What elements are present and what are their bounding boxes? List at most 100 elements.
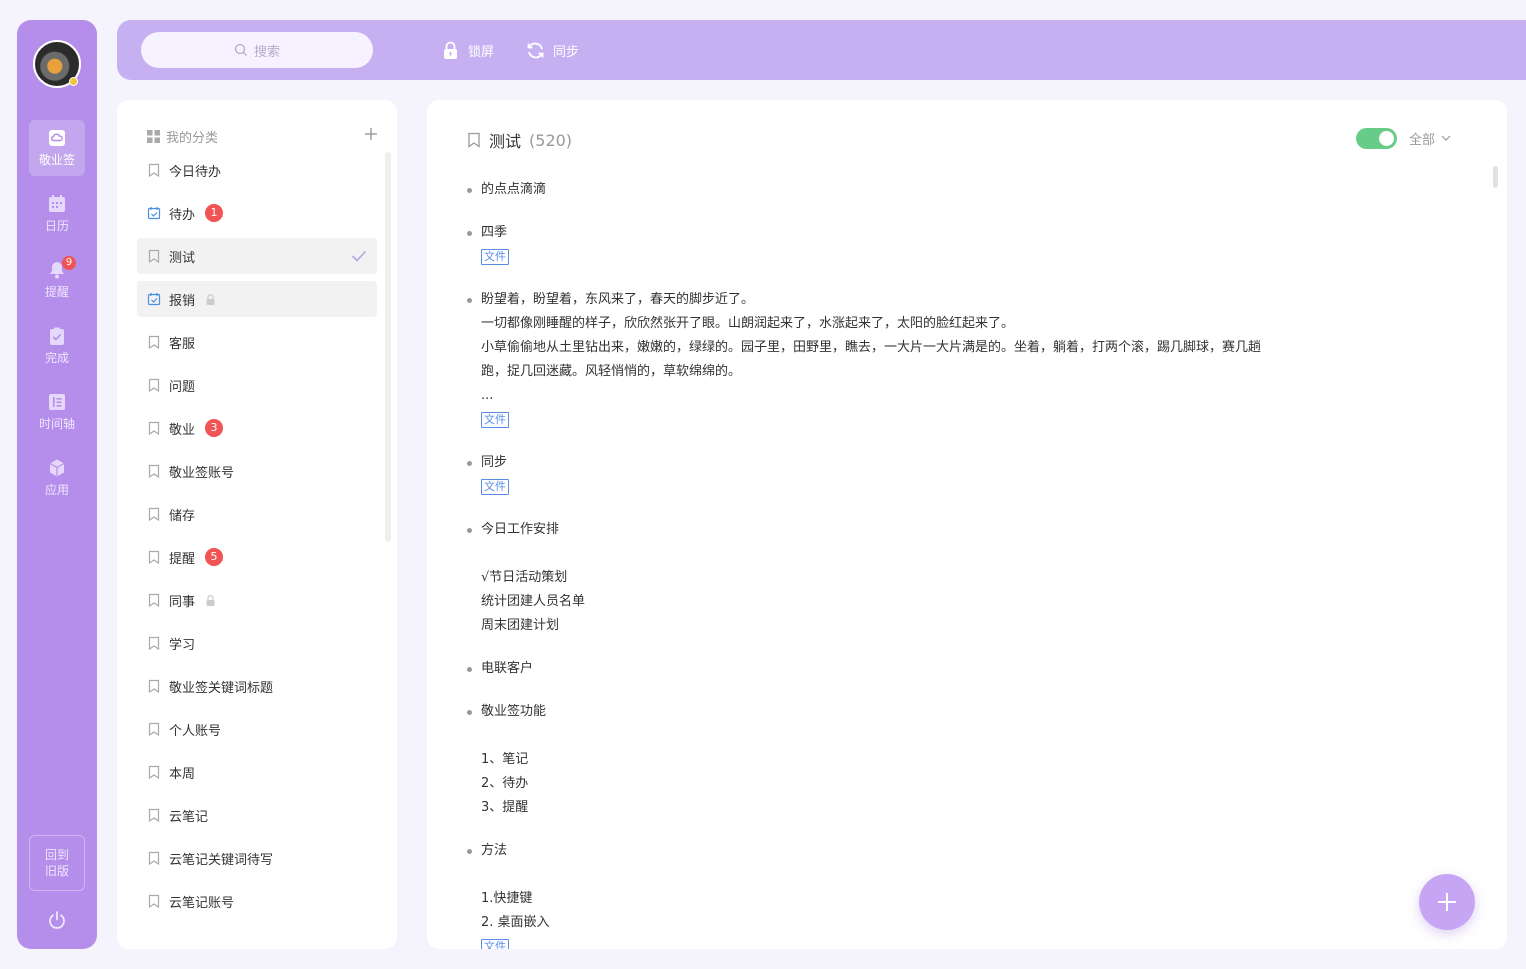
note-line: 周末团建计划 xyxy=(481,618,560,633)
search-icon xyxy=(234,43,247,56)
sync-button[interactable]: 同步 xyxy=(526,39,579,61)
category-item[interactable]: 云笔记关键词待写 xyxy=(137,840,377,876)
cube-icon xyxy=(49,459,65,477)
count-badge: 5 xyxy=(205,548,224,566)
bookmark-icon xyxy=(148,808,160,822)
note-line: 同步 xyxy=(481,455,508,470)
note-line xyxy=(481,542,1357,566)
grid-icon xyxy=(147,130,160,143)
note-line: 方法 xyxy=(481,843,508,858)
lock-icon xyxy=(444,41,457,59)
category-item[interactable]: 敬业签账号 xyxy=(137,453,377,489)
category-item[interactable]: 学习 xyxy=(137,625,377,661)
plus-icon xyxy=(1438,893,1456,911)
nav-item-reminder[interactable]: 9 提醒 xyxy=(29,252,85,308)
category-item[interactable]: 敬业 3 xyxy=(137,410,377,446)
category-item[interactable]: 客服 xyxy=(137,324,377,360)
add-note-button[interactable] xyxy=(1419,874,1475,930)
show-toggle[interactable] xyxy=(1356,128,1397,149)
note-line: 1、笔记 xyxy=(481,752,529,767)
note-item[interactable]: 电联客户 xyxy=(467,657,1357,681)
bookmark-icon xyxy=(148,163,160,177)
category-item[interactable]: 本周 xyxy=(137,754,377,790)
category-item[interactable]: 待办 1 xyxy=(137,195,377,231)
category-label: 敬业签账号 xyxy=(169,465,235,481)
category-label: 报销 xyxy=(169,293,196,309)
category-label: 本周 xyxy=(169,766,196,782)
online-status-dot xyxy=(69,77,78,86)
category-item[interactable]: 云笔记账号 xyxy=(137,883,377,919)
category-item[interactable]: 报销 xyxy=(137,281,377,317)
note-line: 小草偷偷地从土里钻出来，嫩嫩的，绿绿的。园子里，田野里，瞧去，一大片一大片满是的… xyxy=(481,340,1262,355)
note-item[interactable]: 今日工作安排 √节日活动策划 统计团建人员名单 周末团建计划 xyxy=(467,518,1357,638)
nav-item-timeline[interactable]: 时间轴 xyxy=(29,384,85,440)
note-item[interactable]: 的点点滴滴 xyxy=(467,178,1357,202)
checkmark-icon xyxy=(351,250,367,262)
note-item[interactable]: 方法 1.快捷键 2. 桌面嵌入 文件 xyxy=(467,839,1357,949)
category-item[interactable]: 问题 xyxy=(137,367,377,403)
bookmark-icon xyxy=(148,894,160,908)
note-item[interactable]: 敬业签功能 1、笔记 2、待办 3、提醒 xyxy=(467,700,1357,820)
bookmark-icon xyxy=(148,507,160,521)
category-item[interactable]: 同事 xyxy=(137,582,377,618)
bookmark-icon xyxy=(148,464,160,478)
chevron-down-icon xyxy=(1441,135,1451,141)
nav-item-notes[interactable]: 敬业签 xyxy=(29,120,85,176)
bookmark-icon xyxy=(148,593,160,607)
notes-scrollbar[interactable] xyxy=(1493,166,1498,188)
file-attachment-tag[interactable]: 文件 xyxy=(481,249,509,265)
bookmark-icon xyxy=(148,335,160,349)
category-title: 测试 (520) xyxy=(467,128,572,152)
file-attachment-tag[interactable]: 文件 xyxy=(481,412,509,428)
category-label: 问题 xyxy=(169,379,196,395)
timeline-icon xyxy=(49,394,65,410)
note-line: 3、提醒 xyxy=(481,800,529,815)
note-line: 跑，捉几回迷藏。风轻悄悄的，草软绵绵的。 xyxy=(481,364,742,379)
note-line xyxy=(481,724,1357,748)
lock-screen-button[interactable]: 锁屏 xyxy=(441,39,494,61)
note-item[interactable]: 同步 文件 xyxy=(467,451,1357,499)
category-item[interactable]: 敬业签关键词标题 xyxy=(137,668,377,704)
category-label: 今日待办 xyxy=(169,164,222,180)
bookmark-icon xyxy=(148,378,160,392)
category-item[interactable]: 提醒 5 xyxy=(137,539,377,575)
nav-item-done[interactable]: 完成 xyxy=(29,318,85,374)
back-to-old-version-button[interactable]: 回到旧版 xyxy=(29,835,85,891)
lock-icon xyxy=(206,293,215,305)
bookmark-icon xyxy=(148,550,160,564)
note-item[interactable]: 盼望着，盼望着，东风来了，春天的脚步近了。 一切都像刚睡醒的样子，欣欣然张开了眼。… xyxy=(467,288,1357,432)
bookmark-icon xyxy=(148,679,160,693)
search-input[interactable]: 搜索 xyxy=(141,32,373,68)
category-item[interactable]: 个人账号 xyxy=(137,711,377,747)
category-item[interactable]: 今日待办 xyxy=(137,152,377,188)
category-label: 云笔记 xyxy=(169,809,209,825)
category-scrollbar[interactable] xyxy=(385,152,391,542)
category-item[interactable]: 测试 xyxy=(137,238,377,274)
category-label: 提醒 xyxy=(169,551,196,567)
note-line xyxy=(481,863,1357,887)
file-attachment-tag[interactable]: 文件 xyxy=(481,939,509,949)
note-line: 一切都像刚睡醒的样子，欣欣然张开了眼。山朗润起来了，水涨起来了，太阳的脸红起来了… xyxy=(481,316,1015,331)
note-item[interactable]: 四季 文件 xyxy=(467,221,1357,269)
power-icon[interactable] xyxy=(47,910,67,930)
category-item[interactable]: 储存 xyxy=(137,496,377,532)
nav-item-calendar[interactable]: 日历 xyxy=(29,186,85,242)
note-count: (520) xyxy=(529,130,573,150)
category-title-text: 测试 xyxy=(489,132,522,151)
nav-label: 日历 xyxy=(44,219,69,233)
search-placeholder: 搜索 xyxy=(253,44,280,60)
nav-item-apps[interactable]: 应用 xyxy=(29,450,85,506)
add-category-icon[interactable] xyxy=(363,126,379,142)
notes-list: 的点点滴滴 四季 文件 盼望着，盼望着，东风来了，春天的脚步近了。 一切都像刚睡醒的样子… xyxy=(467,178,1357,949)
count-badge: 1 xyxy=(205,204,224,222)
note-line: 四季 xyxy=(481,225,508,240)
note-line: 敬业签功能 xyxy=(481,704,547,719)
category-item[interactable]: 云笔记 xyxy=(137,797,377,833)
nav-label: 敬业签 xyxy=(38,153,75,167)
filter-dropdown[interactable]: 全部 xyxy=(1409,129,1451,148)
count-badge: 3 xyxy=(205,419,224,437)
bookmark-icon xyxy=(148,249,160,263)
note-line: 2、待办 xyxy=(481,776,529,791)
sync-icon xyxy=(527,42,544,58)
file-attachment-tag[interactable]: 文件 xyxy=(481,479,509,495)
